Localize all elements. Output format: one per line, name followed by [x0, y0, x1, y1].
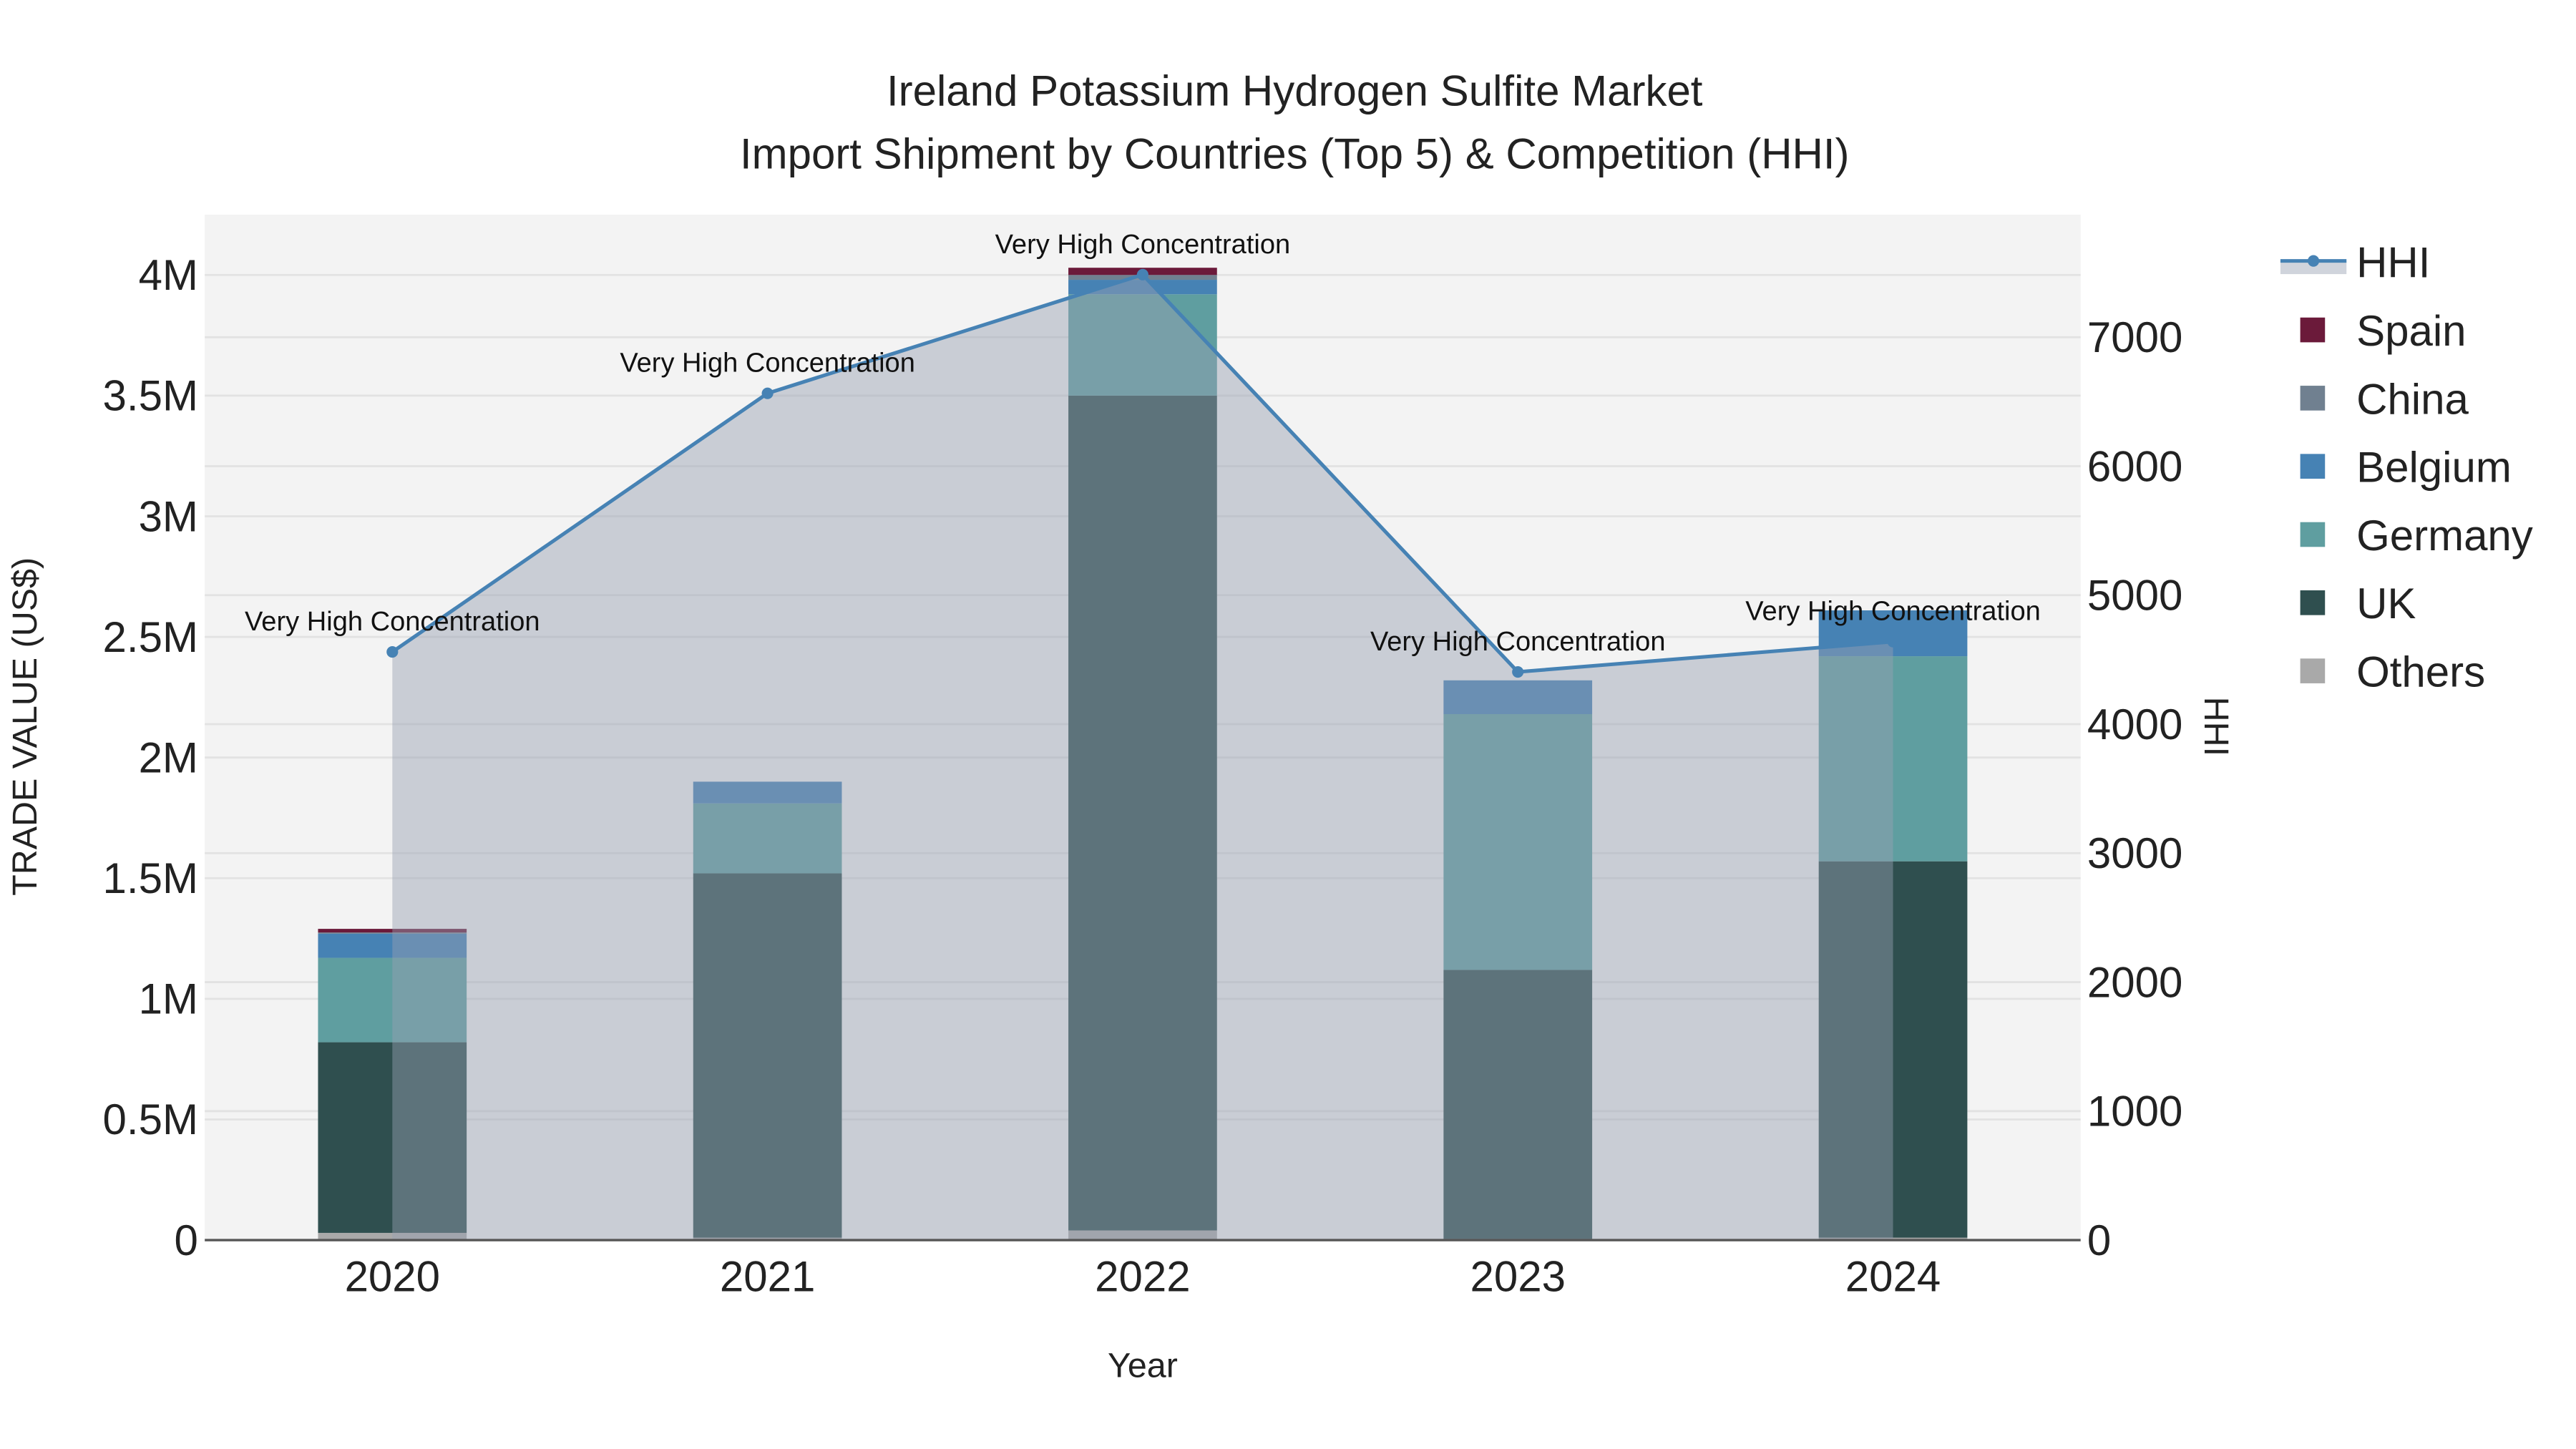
legend-swatch [2300, 454, 2326, 479]
hhi-annotation: Very High Concentration [995, 230, 1291, 260]
legend-item-spain: Spain [2300, 307, 2467, 355]
y-tick-label: 0.5M [103, 1096, 198, 1143]
chart-subtitle: Import Shipment by Countries (Top 5) & C… [740, 130, 1850, 177]
chart: Ireland Potassium Hydrogen Sulfite Marke… [6, 67, 2533, 1385]
y2-tick-label: 6000 [2087, 442, 2182, 490]
y-tick-label: 0 [175, 1216, 198, 1264]
y2-axis-label: HHI [2197, 697, 2235, 756]
y2-tick-label: 2000 [2087, 958, 2182, 1006]
y2-tick-label: 0 [2087, 1216, 2111, 1264]
hhi-annotation: Very High Concentration [245, 607, 540, 637]
x-tick-label: 2024 [1845, 1253, 1941, 1301]
x-tick-label: 2022 [1095, 1253, 1190, 1301]
legend-item-china: China [2300, 375, 2469, 423]
legend-item-others: Others [2300, 648, 2485, 696]
legend-item-belgium: Belgium [2300, 444, 2512, 492]
legend-label: China [2356, 375, 2469, 423]
y2-tick-label: 4000 [2087, 701, 2182, 748]
hhi-point-2024 [1887, 635, 1899, 648]
chart-title: Ireland Potassium Hydrogen Sulfite Marke… [887, 67, 1703, 115]
hhi-annotation: Very High Concentration [1745, 597, 2041, 627]
y-tick-label: 3M [139, 492, 198, 540]
x-tick-label: 2023 [1470, 1253, 1565, 1301]
x-tick-label: 2020 [345, 1253, 440, 1301]
legend: HHI Spain China Belgium Germany UK Others [2280, 239, 2533, 696]
hhi-annotation: Very High Concentration [1370, 627, 1666, 657]
y-axis-label: TRADE VALUE (US$) [6, 557, 44, 896]
hhi-point-2020 [386, 646, 399, 658]
hhi-annotation: Very High Concentration [620, 348, 915, 379]
y2-tick-label: 5000 [2087, 572, 2182, 620]
legend-label: Belgium [2356, 444, 2512, 492]
legend-item-germany: Germany [2300, 512, 2533, 560]
y-tick-label: 3.5M [103, 372, 198, 420]
y2-tick-label: 1000 [2087, 1088, 2182, 1136]
legend-item-uk: UK [2300, 580, 2416, 628]
legend-swatch [2300, 386, 2326, 411]
x-axis-label: Year [1108, 1347, 1178, 1385]
y2-tick-label: 3000 [2087, 829, 2182, 877]
y-tick-label: 2M [139, 733, 198, 781]
legend-marker [2308, 255, 2320, 267]
y-tick-label: 1.5M [103, 854, 198, 902]
legend-swatch [2300, 658, 2326, 683]
x-tick-label: 2021 [720, 1253, 815, 1301]
legend-label: UK [2356, 580, 2416, 628]
legend-label: Germany [2356, 512, 2533, 560]
legend-label: Others [2356, 648, 2485, 696]
legend-swatch [2300, 317, 2326, 343]
hhi-point-2023 [1512, 665, 1524, 678]
legend-swatch [2300, 522, 2326, 547]
legend-label: HHI [2356, 239, 2430, 287]
legend-swatch [2300, 590, 2326, 615]
y2-tick-label: 7000 [2087, 313, 2182, 361]
hhi-point-2022 [1136, 268, 1148, 280]
hhi-point-2021 [761, 387, 774, 399]
legend-item-hhi: HHI [2280, 239, 2430, 287]
y-tick-label: 1M [139, 975, 198, 1023]
y-tick-label: 2.5M [103, 613, 198, 661]
y-tick-label: 4M [139, 251, 198, 299]
legend-label: Spain [2356, 307, 2466, 355]
